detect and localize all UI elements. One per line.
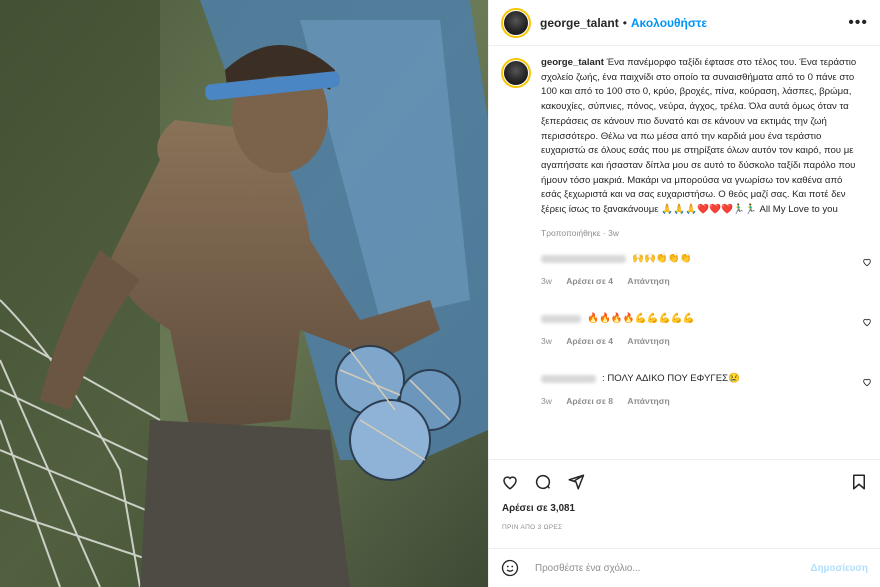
caption-text: Ένα πανέμορφο ταξίδι έφτασε στο τέλος το… [541,57,857,216]
more-options-icon[interactable]: ••• [848,14,868,32]
caption-edited: Τροποποιήθηκε · 3w [541,227,619,238]
post-header: george_talant • Ακολουθήστε ••• [489,0,880,46]
emoji-icon[interactable] [501,559,519,577]
caption-username[interactable]: george_talant [541,57,604,68]
blurred-username [541,314,581,323]
comment-like-icon[interactable] [862,257,872,267]
comment-icon[interactable] [534,473,552,491]
caption-avatar[interactable] [501,58,531,88]
comment: : ΠΟΛΥ ΑΔΙΚΟ ΠΟΥ ΕΦΥΓΕΣ😢 3w Αρέσει σε 8 … [489,368,880,428]
comment-text: : ΠΟΛΥ ΑΔΙΚΟ ΠΟΥ ΕΦΥΓΕΣ😢 [602,373,740,385]
comment-likes[interactable]: Αρέσει σε 4 [566,276,613,286]
author-avatar[interactable] [501,7,531,38]
post-comment-button[interactable]: Δημοσίευση [811,563,868,574]
comment-time: 3w [541,335,552,346]
like-heart-icon[interactable] [501,473,519,491]
comment-likes[interactable]: Αρέσει σε 4 [566,336,613,346]
blurred-username [541,254,626,263]
comment-text: 🔥🔥🔥🔥💪💪💪💪💪 [587,313,695,325]
likes-count[interactable]: Αρέσει σε 3,081 [502,503,575,514]
post-timestamp: ΠΡΙΝ ΑΠΟ 3 ΩΡΕΣ [502,524,563,531]
post-image [0,0,488,587]
share-icon[interactable] [567,473,585,491]
comment: 🙌🙌👏👏👏 3w Αρέσει σε 4 Απάντηση [489,248,880,308]
reply-button[interactable]: Απάντηση [627,396,669,406]
caption: george_talant Ένα πανέμορφο ταξίδι έφτασ… [489,46,880,218]
comment-text: 🙌🙌👏👏👏 [632,253,692,265]
comments-scroll-area[interactable]: george_talant Ένα πανέμορφο ταξίδι έφτασ… [489,46,880,459]
comment-like-icon[interactable] [862,377,872,387]
comment-time: 3w [541,275,552,286]
comment-like-icon[interactable] [862,317,872,327]
blurred-username [541,374,596,383]
caption-text-block: george_talant Ένα πανέμορφο ταξίδι έφτασ… [541,56,861,218]
post-side-panel: george_talant • Ακολουθήστε ••• george_t… [488,0,880,587]
action-bar [489,459,880,503]
post-photo[interactable] [0,0,488,587]
comment-input[interactable] [533,561,811,575]
add-comment-bar: Δημοσίευση [489,548,880,587]
save-bookmark-icon[interactable] [850,473,868,491]
comment-likes[interactable]: Αρέσει σε 8 [566,396,613,406]
reply-button[interactable]: Απάντηση [627,336,669,346]
comment-time: 3w [541,395,552,406]
author-username[interactable]: george_talant [540,16,619,30]
follow-button[interactable]: Ακολουθήστε [631,16,707,30]
separator-dot: • [622,15,627,30]
comment: 🔥🔥🔥🔥💪💪💪💪💪 3w Αρέσει σε 4 Απάντηση [489,308,880,368]
reply-button[interactable]: Απάντηση [627,276,669,286]
